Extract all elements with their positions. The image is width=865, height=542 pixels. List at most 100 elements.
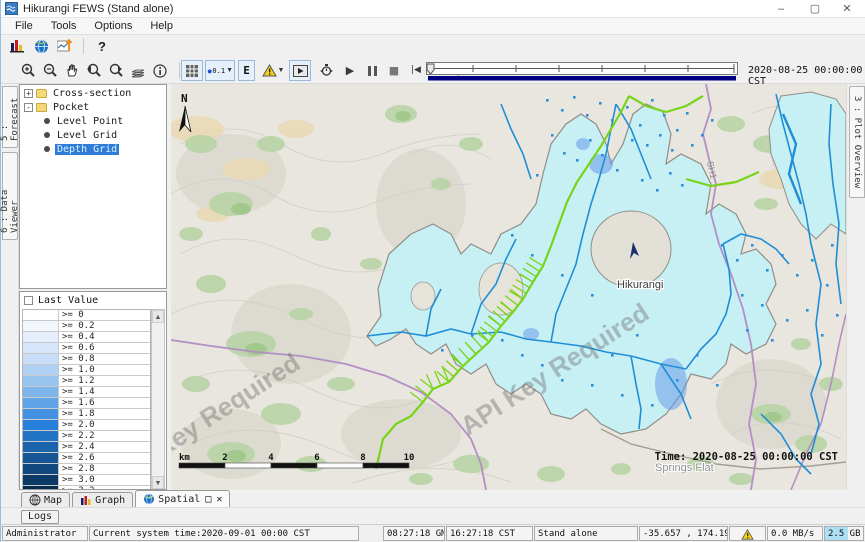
scroll-up-icon[interactable]: ▲ [152,310,164,323]
status-coordinates: -35.657 , 174.199 [639,526,728,541]
status-gmt-time: 08:27:18 GMT [383,526,445,541]
tab-map[interactable]: Map [21,492,70,507]
legend-row[interactable]: >= 1.6 [23,398,150,409]
tab-close-icon[interactable]: ✕ [216,494,222,505]
tab-spatial[interactable]: Spatial □ ✕ [135,490,230,507]
legend-row[interactable]: >= 3.0 [23,475,150,486]
legend-color-swatch [23,475,59,485]
legend-row[interactable]: >= 2.8 [23,464,150,475]
bar-chart-icon [80,495,92,506]
grid-toggle-icon[interactable] [181,60,203,81]
zoom-next-icon[interactable] [105,60,127,81]
zoom-out-icon[interactable] [39,60,61,81]
pause-button[interactable] [361,60,383,81]
status-user: Administrator [2,526,88,541]
menu-help[interactable]: Help [142,19,181,33]
legend-header: Last Value [20,292,166,308]
close-button[interactable]: ✕ [832,0,862,18]
info-icon[interactable] [149,60,171,81]
folder-icon [36,103,47,112]
collapse-icon[interactable]: - [24,103,33,112]
animation-settings-icon[interactable] [315,60,337,81]
zoom-in-icon[interactable] [17,60,39,81]
contour-value: 0.1 [212,67,225,75]
maximize-button[interactable]: ▢ [800,0,830,18]
status-local-time: 16:27:18 CST [446,526,533,541]
scroll-down-icon[interactable]: ▼ [152,476,164,489]
animation-panel-button[interactable] [289,60,311,81]
map-time-label: Time: 2020-08-25 00:00:00 CST [655,451,838,463]
legend-row[interactable]: >= 0 [23,310,150,321]
tree-item-level-point[interactable]: Level Point [20,115,166,127]
app-logo-icon [5,2,18,15]
tree-item-cross-section[interactable]: +Cross-section [20,87,166,99]
thresholds-dropdown[interactable]: ▼ [258,60,288,81]
legend-class-label: >= 2.2 [59,431,150,441]
legend-row[interactable]: >= 2.6 [23,453,150,464]
expand-icon[interactable]: + [24,89,33,98]
menu-tools[interactable]: Tools [43,19,85,33]
legend-row[interactable]: >= 2.2 [23,431,150,442]
legend-row[interactable]: >= 0.2 [23,321,150,332]
tab-data-viewer[interactable]: 6 : Data Viewer [2,152,18,240]
pan-hand-icon[interactable] [61,60,83,81]
last-value-checkbox[interactable] [24,296,33,305]
svg-text:2: 2 [222,453,227,463]
legend-row[interactable]: >= 1.4 [23,387,150,398]
legend-toggle-label: E [243,64,250,77]
legend-class-label: >= 1.6 [59,398,150,408]
legend-scrollbar[interactable]: ▲ ▼ [151,309,165,490]
legend-row[interactable]: >= 0.4 [23,332,150,343]
tab-graph-label: Graph [95,495,125,506]
tab-graph[interactable]: Graph [72,492,133,507]
tab-forecast[interactable]: 5 : Forecast [2,86,18,148]
tab-maximize-icon[interactable]: □ [205,494,211,505]
map-canvas[interactable]: API Key Required API Key Required N Hiku… [171,84,846,490]
data-display-icon[interactable] [5,36,29,56]
legend-class-label: >= 0.2 [59,321,150,331]
tree-item-depth-grid[interactable]: Depth Grid [20,143,166,155]
tree-item-level-grid[interactable]: Level Grid [20,129,166,141]
legend-row[interactable]: >= 2.0 [23,420,150,431]
timeseries-display-icon[interactable] [53,36,77,56]
help-button[interactable]: ? [90,36,114,56]
play-button[interactable]: ▶ [339,60,361,81]
svg-text:6: 6 [314,453,319,463]
legend-row[interactable]: >= 1.2 [23,376,150,387]
spatial-display-icon[interactable] [29,36,53,56]
zoom-previous-icon[interactable] [83,60,105,81]
step-back-button[interactable]: |◀ [405,60,427,81]
legend-color-swatch [23,464,59,474]
legend-class-label: >= 1.0 [59,365,150,375]
bullet-icon [44,118,50,124]
timeline-span-bar [428,76,736,81]
tree-item-pocket[interactable]: -Pocket [20,101,166,113]
legend-row[interactable]: >= 1.8 [23,409,150,420]
legend-row[interactable]: >= 1.0 [23,365,150,376]
stop-button[interactable]: ■ [383,60,405,81]
legend-color-swatch [23,420,59,430]
tab-logs[interactable]: Logs [21,510,59,524]
minimize-button[interactable]: – [766,0,796,18]
legend-color-swatch [23,442,59,452]
legend-row[interactable]: >= 0.8 [23,354,150,365]
chevron-down-icon: ▼ [278,67,285,74]
legend-toggle-button[interactable]: E [238,60,255,81]
contour-interval-dropdown[interactable]: ●0.1▼ [205,60,235,81]
layers-icon[interactable] [127,60,149,81]
timeline-slider[interactable] [426,61,743,81]
svg-text:8: 8 [360,453,365,463]
menu-file[interactable]: File [7,19,41,33]
main-toolbar: ? [1,35,865,57]
legend-class-label: >= 2.0 [59,420,150,430]
bullet-icon [44,132,50,138]
menu-options[interactable]: Options [86,19,140,33]
legend-color-swatch [23,321,59,331]
legend-color-swatch [23,354,59,364]
legend-row[interactable]: >= 0.6 [23,343,150,354]
tab-plot-overview[interactable]: 3 : Plot Overview [849,86,865,198]
legend-color-swatch [23,332,59,342]
legend-class-label: >= 0.4 [59,332,150,342]
status-warning[interactable] [729,526,766,541]
legend-row[interactable]: >= 2.4 [23,442,150,453]
